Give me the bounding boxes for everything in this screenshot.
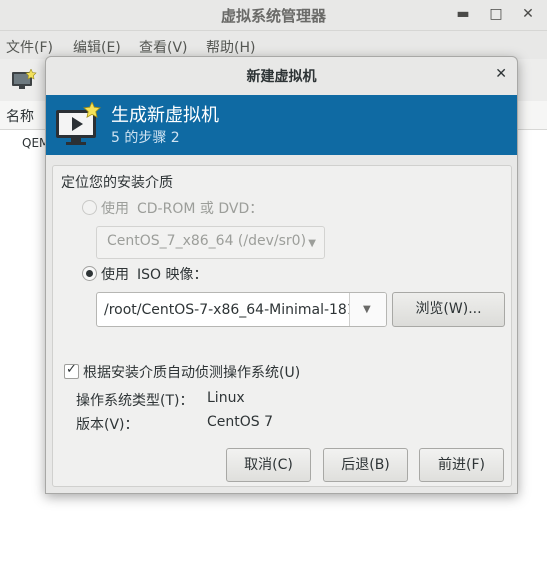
back-button[interactable]: 后退(B) xyxy=(323,448,408,482)
dialog-titlebar: 新建虚拟机 ✕ xyxy=(46,57,517,93)
cdrom-radio-label: CD-ROM 或 DVD： xyxy=(137,201,264,217)
close-icon[interactable]: ✕ xyxy=(518,4,538,24)
new-vm-dialog: 新建虚拟机 ✕ 生成新虚拟机 5 的步骤 2 定位您的安装介质 使用 CD-RO… xyxy=(45,56,518,494)
browse-button[interactable]: 浏览(W)... xyxy=(392,292,505,327)
main-window-titlebar: 虚拟系统管理器 ▬ □ ✕ xyxy=(0,0,547,31)
maximize-icon[interactable]: □ xyxy=(486,4,506,24)
iso-radio-label: ISO 映像： xyxy=(137,267,208,283)
cdrom-device-combo[interactable]: CentOS_7_x86_64 (/dev/sr0) ▼ xyxy=(96,226,325,259)
iso-radio[interactable] xyxy=(82,266,97,281)
new-vm-icon[interactable] xyxy=(11,69,37,91)
iso-path-combo: ▼ xyxy=(96,292,387,327)
chevron-down-icon: ▼ xyxy=(363,304,371,315)
minimize-icon[interactable]: ▬ xyxy=(453,4,473,24)
install-media-panel: 定位您的安装介质 使用 CD-ROM 或 DVD： CentOS_7_x86_6… xyxy=(52,165,512,487)
checkmark-icon: ✓ xyxy=(66,362,77,377)
dialog-title: 新建虚拟机 xyxy=(246,69,317,85)
menu-help[interactable]: 帮助(H) xyxy=(206,37,255,57)
cancel-button[interactable]: 取消(C) xyxy=(226,448,311,482)
version-label: 版本(V)： xyxy=(76,417,139,433)
close-icon[interactable]: ✕ xyxy=(495,66,507,82)
menu-edit[interactable]: 编辑(E) xyxy=(73,37,121,57)
menu-file[interactable]: 文件(F) xyxy=(6,37,53,57)
menu-view[interactable]: 查看(V) xyxy=(139,37,188,57)
radio-selected-dot xyxy=(86,270,93,277)
version-value: CentOS 7 xyxy=(207,414,274,430)
name-column-header[interactable]: 名称 xyxy=(6,106,34,126)
cdrom-device-value: CentOS_7_x86_64 (/dev/sr0) xyxy=(107,233,307,249)
os-type-value: Linux xyxy=(207,390,245,406)
iso-radio-prefix: 使用 xyxy=(101,267,129,283)
cdrom-radio[interactable] xyxy=(82,200,97,215)
wizard-banner: 生成新虚拟机 5 的步骤 2 xyxy=(46,95,517,155)
section-label: 定位您的安装介质 xyxy=(61,175,173,191)
forward-button[interactable]: 前进(F) xyxy=(419,448,504,482)
chevron-down-icon: ▼ xyxy=(308,238,316,249)
iso-history-dropdown[interactable]: ▼ xyxy=(349,293,386,326)
banner-step: 5 的步骤 2 xyxy=(111,130,180,146)
os-type-label: 操作系统类型(T)： xyxy=(76,393,194,409)
iso-path-input[interactable] xyxy=(97,293,349,326)
new-vm-icon xyxy=(56,102,101,145)
cdrom-radio-prefix: 使用 xyxy=(101,201,129,217)
autodetect-checkbox[interactable]: ✓ xyxy=(64,362,79,379)
autodetect-label[interactable]: 根据安装介质自动侦测操作系统(U) xyxy=(83,362,300,382)
menubar: 文件(F) 编辑(E) 查看(V) 帮助(H) xyxy=(0,31,547,59)
banner-title: 生成新虚拟机 xyxy=(111,105,219,126)
